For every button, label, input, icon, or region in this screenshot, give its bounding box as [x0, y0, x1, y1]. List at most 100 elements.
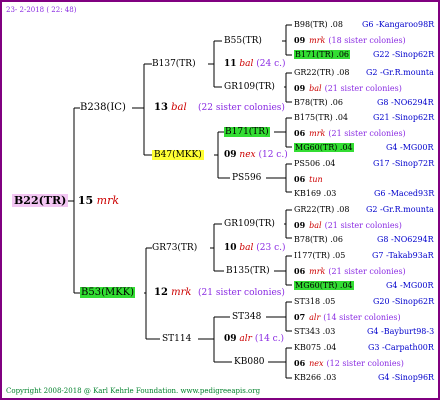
gen1-node[interactable]: B53(MKK)	[80, 286, 136, 300]
gen2-num: 09	[224, 334, 237, 344]
gen4-id: MG60(TR) .04	[294, 281, 354, 290]
gen4-code: mrk	[309, 267, 326, 276]
gen4-row[interactable]: 06 mrk (21 sister colonies)	[294, 127, 406, 140]
gen1-num: 12	[154, 287, 168, 298]
root-queen[interactable]: B22(TR) 15 mrk	[12, 194, 119, 208]
gen3-id[interactable]: B55(TR)	[224, 35, 262, 47]
gen1-id: B53(MKK)	[80, 287, 136, 298]
gen3-id[interactable]: ST348	[232, 311, 261, 323]
tree-line-b55	[282, 24, 292, 56]
gen2-code: bal	[239, 243, 254, 253]
tree-line-st348	[266, 301, 292, 332]
tree-line-gr73	[210, 223, 224, 272]
gen1-sisters: (22 sister colonies)	[198, 103, 285, 113]
gen4-id: B171(TR) .06	[294, 50, 351, 59]
gen2-code: bal	[239, 59, 254, 69]
gen4-row[interactable]: 06 tun	[294, 173, 326, 186]
gen4-sisters: (18 sister colonies)	[328, 36, 406, 45]
gen4-row[interactable]: 06 mrk (21 sister colonies)	[294, 265, 406, 278]
gen1-num: 13	[154, 102, 168, 113]
gen4-sisters: (21 sister colonies)	[328, 129, 406, 138]
gen4-origin: G21 -Sinop62R	[373, 113, 435, 122]
gen2-id[interactable]: B47(MKK)	[152, 149, 204, 161]
tree-line-b238	[132, 63, 152, 156]
tree-line-gr109a	[284, 72, 292, 103]
gen4-id: GR22(TR) .08	[294, 68, 350, 77]
gen3-id[interactable]: GR109(TR)	[224, 81, 275, 93]
gen4-row[interactable]: 07 alr (14 sister colonies)	[294, 311, 401, 324]
gen4-id: B175(TR) .04	[294, 113, 349, 122]
gen2-id[interactable]: ST114	[162, 333, 191, 345]
gen4-origin: G2 -Gr.R.mounta	[366, 205, 434, 214]
gen3-id[interactable]: B171(TR)	[224, 126, 270, 138]
root-queen-id: B22(TR)	[12, 194, 69, 207]
gen2-meta: 11 bal (24 c.)	[224, 58, 286, 70]
gen2-num: 10	[224, 243, 237, 253]
gen4-row[interactable]: 06 nex (12 sister colonies)	[294, 357, 404, 370]
gen4-origin: G6 -Kangaroo98R	[362, 20, 435, 29]
gen1-node[interactable]: B238(IC)	[80, 101, 126, 115]
gen4-num: 09	[294, 220, 306, 230]
gen4-row[interactable]: 09 bal (21 sister colonies)	[294, 219, 402, 232]
gen4-origin: G8 -NO6294R	[377, 235, 434, 244]
gen4-sisters: (21 sister colonies)	[328, 267, 406, 276]
tree-line-b171	[274, 117, 292, 148]
gen2-meta: 09 alr (14 c.)	[224, 333, 284, 345]
gen4-origin: G22 -Sinop62R	[373, 50, 435, 59]
root-queen-num: 15	[77, 194, 94, 207]
gen4-num: 07	[294, 312, 306, 322]
gen4-code: alr	[309, 313, 321, 322]
gen1-meta: 13 bal	[154, 101, 187, 115]
gen4-num: 09	[294, 35, 306, 45]
gen4-code: mrk	[309, 129, 326, 138]
gen2-sisters: (12 c.)	[258, 150, 288, 160]
gen4-num: 06	[294, 128, 306, 138]
gen4-id: PS506 .04	[294, 159, 336, 168]
gen4-id: B78(TR) .06	[294, 235, 343, 244]
copyright-footer: Copyright 2008-2018 @ Karl Kehrle Founda…	[6, 387, 261, 395]
gen3-id[interactable]: B135(TR)	[226, 265, 270, 277]
gen4-origin: G4 -Sinop96R	[378, 373, 435, 382]
gen2-meta: 10 bal (23 c.)	[224, 242, 286, 254]
gen4-code: tun	[309, 175, 323, 184]
gen3-id[interactable]: KB080	[234, 356, 265, 368]
gen2-num: 09	[224, 150, 237, 160]
gen2-sisters: (24 c.)	[256, 59, 286, 69]
gen4-sisters: (21 sister colonies)	[324, 84, 402, 93]
gen3-id[interactable]: PS596	[232, 172, 261, 184]
root-queen-code: mrk	[96, 194, 120, 207]
report-date: 23- 2-2018 ( 22: 48)	[6, 6, 77, 14]
gen2-sisters: (23 c.)	[256, 243, 286, 253]
gen4-origin: G20 -Sinop62R	[373, 297, 435, 306]
gen4-id: KB266 .03	[294, 373, 337, 382]
gen4-origin: G7 -Takab93aR	[372, 251, 434, 260]
gen4-row[interactable]: 09 mrk (18 sister colonies)	[294, 34, 406, 47]
gen3-id-label: B171(TR)	[224, 127, 270, 137]
gen4-num: 06	[294, 266, 306, 276]
gen2-id-label: B47(MKK)	[152, 150, 204, 160]
tree-line-b135	[274, 255, 292, 286]
gen4-id: MG60(TR) .04	[294, 143, 354, 152]
tree-line-ps596	[266, 163, 292, 193]
gen1-sisters: (21 sister colonies)	[198, 288, 285, 298]
gen4-num: 06	[294, 174, 306, 184]
gen4-origin: G2 -Gr.R.mounta	[366, 68, 434, 77]
gen4-row[interactable]: 09 bal (21 sister colonies)	[294, 82, 402, 95]
gen4-sisters: (14 sister colonies)	[323, 313, 401, 322]
gen4-id: GR22(TR) .08	[294, 205, 350, 214]
tree-line-b137	[208, 40, 222, 88]
gen4-num: 06	[294, 358, 306, 368]
gen1-id: B238(IC)	[80, 102, 126, 113]
gen4-origin: G4 -MG00R	[386, 281, 434, 290]
gen4-num: 09	[294, 83, 306, 93]
gen2-id[interactable]: B137(TR)	[152, 58, 196, 70]
gen4-id: I177(TR) .05	[294, 251, 346, 260]
gen4-code: bal	[309, 84, 322, 93]
gen4-id: KB075 .04	[294, 343, 337, 352]
gen4-origin: G4 -Bayburt98-3	[367, 327, 435, 336]
gen1-meta: 12 mrk	[154, 286, 191, 300]
gen4-id: KB169 .03	[294, 189, 337, 198]
gen2-id[interactable]: GR73(TR)	[152, 242, 197, 254]
gen3-id[interactable]: GR109(TR)	[224, 218, 275, 230]
gen4-id: B78(TR) .06	[294, 98, 343, 107]
